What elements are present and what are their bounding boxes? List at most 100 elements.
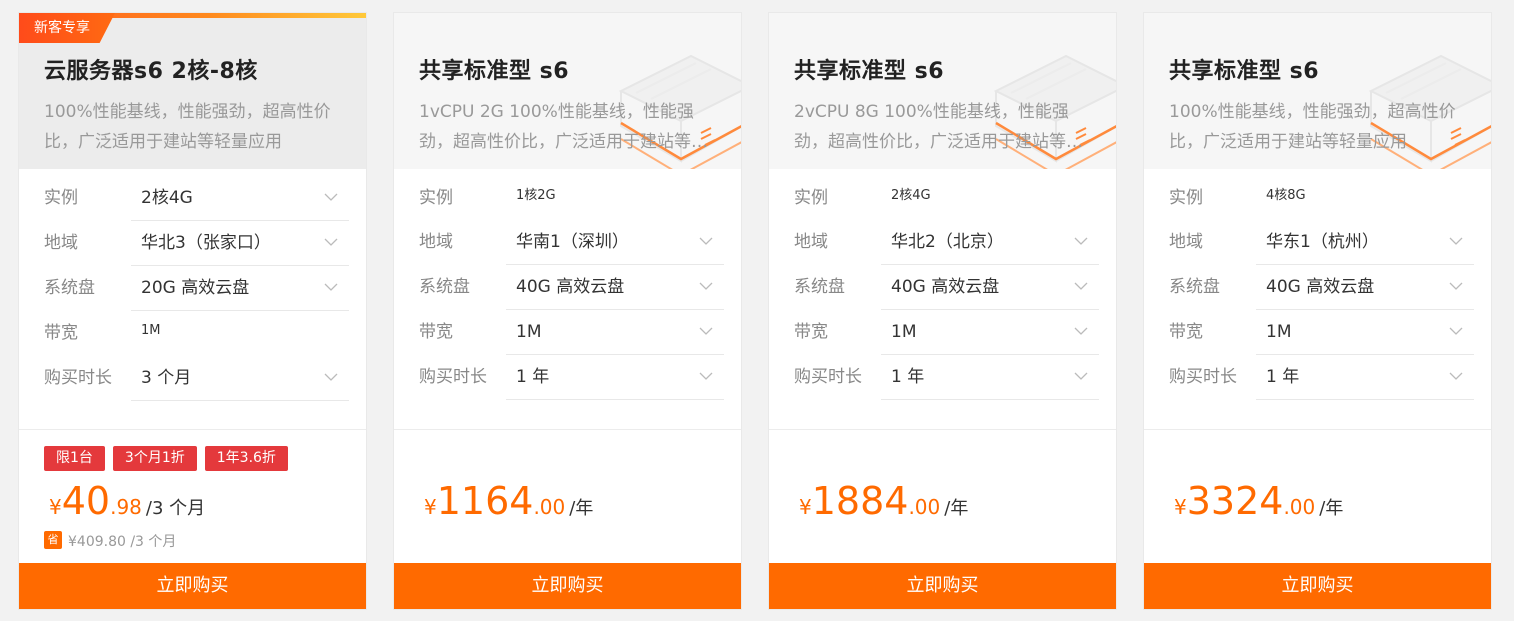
region-select[interactable]: 华南1（深圳） [506,220,724,265]
spec-value: 华北2（北京） [891,232,1004,252]
spec-value: 1M [891,322,917,342]
spec-row-disk: 系统盘 40G 高效云盘 [1169,265,1474,310]
duration-select[interactable]: 1 年 [1256,355,1474,400]
region-select[interactable]: 华北2（北京） [881,220,1099,265]
discount-badge: 限1台 [44,446,105,471]
chevron-down-icon [1073,323,1089,339]
region-select[interactable]: 华北3（张家口） [131,221,349,266]
card-header: 共享标准型 s6 100%性能基线，性能强劲，超高性价比，广泛适用于建站等轻量应… [1144,13,1491,169]
product-card-3: 共享标准型 s6 2vCPU 8G 100%性能基线，性能强劲，超高性价比，广泛… [768,12,1117,610]
spec-label: 带宽 [419,322,453,342]
spec-row-region: 地域 华南1（深圳） [419,220,724,265]
discount-badges: 限1台 3个月1折 1年3.6折 [44,446,296,471]
card-header: 共享标准型 s6 1vCPU 2G 100%性能基线，性能强劲，超高性价比，广泛… [394,13,741,169]
chevron-down-icon [698,233,714,249]
spec-label: 带宽 [44,323,78,343]
spec-row-disk: 系统盘 40G 高效云盘 [794,265,1099,310]
card-header: 新客专享 云服务器s6 2核-8核 100%性能基线，性能强劲，超高性价比，广泛… [19,13,366,169]
spec-label: 系统盘 [1169,277,1220,297]
spec-label: 带宽 [794,322,828,342]
spec-value: 20G 高效云盘 [141,278,250,298]
spec-row-bandwidth: 带宽 1M [1169,310,1474,355]
buy-now-button[interactable]: 立即购买 [1144,563,1491,609]
spec-value: 3 个月 [141,368,192,388]
bandwidth-select[interactable]: 1M [506,310,724,355]
spec-value: 1核2G [516,188,556,203]
chevron-down-icon [1448,323,1464,339]
price: ¥3324.00/年 [1174,479,1343,523]
instance-value: 4核8G [1256,176,1474,221]
spec-label: 实例 [1169,188,1203,208]
duration-select[interactable]: 1 年 [506,355,724,400]
bandwidth-select[interactable]: 1M [1256,310,1474,355]
spec-label: 系统盘 [794,277,845,297]
saving-info: 省 ¥409.80 /3 个月 [44,531,177,550]
buy-now-button[interactable]: 立即购买 [19,563,366,609]
price-decimal: .00 [908,495,941,519]
spec-row-duration: 购买时长 3 个月 [44,356,349,401]
buy-now-button[interactable]: 立即购买 [394,563,741,609]
spec-value: 4核8G [1266,188,1306,203]
buy-now-button[interactable]: 立即购买 [769,563,1116,609]
system-disk-select[interactable]: 40G 高效云盘 [506,265,724,310]
spec-label: 购买时长 [1169,367,1237,387]
spec-row-region: 地域 华东1（杭州） [1169,220,1474,265]
divider [19,429,366,430]
spec-row-duration: 购买时长 1 年 [794,355,1099,400]
save-icon: 省 [44,531,62,549]
price-unit: /3 个月 [145,498,206,519]
spec-value: 40G 高效云盘 [516,277,625,297]
chevron-down-icon [323,279,339,295]
card-description: 100%性能基线，性能强劲，超高性价比，广泛适用于建站等轻量应用 [1169,102,1456,152]
price-decimal: .00 [1283,495,1316,519]
spec-row-instance: 实例 2核4G [44,176,349,221]
chevron-down-icon [323,369,339,385]
chevron-down-icon [1073,233,1089,249]
region-select[interactable]: 华东1（杭州） [1256,220,1474,265]
price-integer: 1884 [811,479,909,523]
currency-symbol: ¥ [1174,495,1187,519]
saving-text: ¥409.80 /3 个月 [68,534,177,550]
spec-value: 1 年 [516,367,550,387]
spec-row-bandwidth: 带宽 1M [794,310,1099,355]
spec-value: 1M [1266,322,1292,342]
spec-label: 实例 [44,188,78,208]
price-unit: /年 [1319,498,1344,519]
spec-label: 带宽 [1169,322,1203,342]
system-disk-select[interactable]: 20G 高效云盘 [131,266,349,311]
discount-badge: 1年3.6折 [204,446,288,471]
system-disk-select[interactable]: 40G 高效云盘 [881,265,1099,310]
price: ¥1164.00/年 [424,479,593,523]
duration-select[interactable]: 1 年 [881,355,1099,400]
spec-row-duration: 购买时长 1 年 [419,355,724,400]
spec-label: 购买时长 [44,368,112,388]
chevron-down-icon [698,368,714,384]
spec-row-region: 地域 华北3（张家口） [44,221,349,266]
spec-value: 2核4G [141,188,193,208]
card-description: 2vCPU 8G 100%性能基线，性能强劲，超高性价比，广泛适用于建站等轻量应… [794,102,1083,152]
price-decimal: .98 [110,495,142,519]
price-unit: /年 [944,498,969,519]
spec-label: 地域 [419,232,453,252]
bandwidth-select[interactable]: 1M [881,310,1099,355]
card-title: 共享标准型 s6 [794,59,945,84]
card-header: 共享标准型 s6 2vCPU 8G 100%性能基线，性能强劲，超高性价比，广泛… [769,13,1116,169]
duration-select[interactable]: 3 个月 [131,356,349,401]
spec-label: 实例 [419,188,453,208]
divider [769,429,1116,430]
instance-select[interactable]: 2核4G [131,176,349,221]
spec-value: 华南1（深圳） [516,232,629,252]
spec-label: 实例 [794,188,828,208]
card-title: 共享标准型 s6 [419,59,570,84]
price-integer: 1164 [436,479,534,523]
bandwidth-value: 1M [131,311,349,356]
new-customer-tag: 新客专享 [19,13,115,43]
chevron-down-icon [323,189,339,205]
price: ¥40.98/3 个月 [49,479,205,523]
product-card-2: 共享标准型 s6 1vCPU 2G 100%性能基线，性能强劲，超高性价比，广泛… [393,12,742,610]
chevron-down-icon [1448,233,1464,249]
spec-row-region: 地域 华北2（北京） [794,220,1099,265]
spec-value: 华北3（张家口） [141,233,271,253]
system-disk-select[interactable]: 40G 高效云盘 [1256,265,1474,310]
spec-label: 系统盘 [44,278,95,298]
